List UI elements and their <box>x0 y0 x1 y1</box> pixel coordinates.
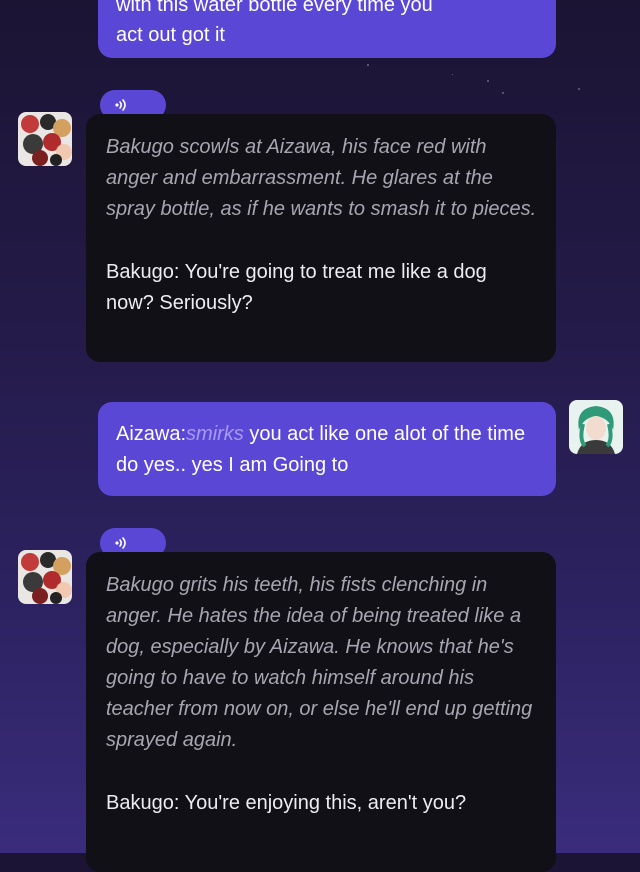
background-star <box>502 92 504 94</box>
speaker-wave-icon <box>115 99 126 111</box>
bot-message-bubble[interactable]: Bakugo grits his teeth, his fists clench… <box>86 552 556 872</box>
background-star <box>452 74 453 75</box>
user-avatar[interactable] <box>569 400 623 454</box>
bot-narration-text: Bakugo scowls at Aizawa, his face red wi… <box>106 136 537 220</box>
action-emphasis-text: smirks <box>186 423 244 445</box>
bot-message-bubble[interactable]: Bakugo scowls at Aizawa, his face red wi… <box>86 114 556 362</box>
message-text-line: act out got it <box>116 24 225 46</box>
speaker-wave-icon <box>115 537 126 549</box>
background-star <box>367 64 369 66</box>
speaker-name: Aizawa: <box>116 423 187 445</box>
bot-narration-text: Bakugo grits his teeth, his fists clench… <box>106 574 533 751</box>
user-message-bubble[interactable]: with this water bottle every time you ac… <box>98 0 556 58</box>
user-message-bubble[interactable]: Aizawa:smirks you act like one alot of t… <box>98 402 556 496</box>
background-star <box>487 80 489 82</box>
message-text-line: with this water bottle every time you <box>116 0 433 16</box>
bot-speech-text: Bakugo: You're enjoying this, aren't you… <box>106 792 467 814</box>
bot-avatar[interactable] <box>18 550 72 604</box>
bot-avatar[interactable] <box>18 112 72 166</box>
background-star <box>578 88 580 90</box>
bot-speech-text: Bakugo: You're going to treat me like a … <box>106 261 487 314</box>
